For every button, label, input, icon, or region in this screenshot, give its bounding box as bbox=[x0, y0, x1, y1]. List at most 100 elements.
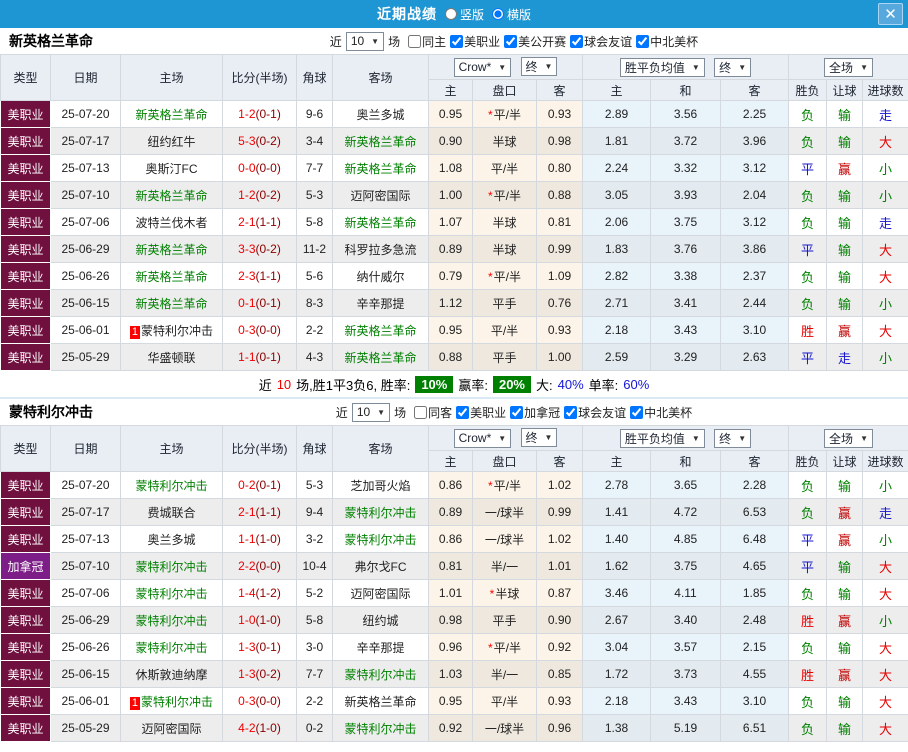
cell-wdl-result: 胜 bbox=[788, 606, 828, 634]
avg-time-select[interactable]: 终 ▼ bbox=[714, 428, 752, 448]
cell-avg-away-odds: 3.12 bbox=[719, 154, 790, 182]
horizontal-radio[interactable] bbox=[492, 8, 504, 20]
filter-option[interactable]: 中北美杯 bbox=[632, 33, 698, 50]
cell-away-team: 辛辛那提 bbox=[332, 289, 429, 317]
cell-goals-result: 走 bbox=[862, 498, 908, 526]
cell-league-type: 美职业 bbox=[0, 262, 51, 290]
chevron-down-icon: ▼ bbox=[498, 62, 507, 72]
cell-crow-home-odds: 0.95 bbox=[428, 687, 473, 715]
filter-checkbox[interactable] bbox=[510, 405, 524, 419]
home-team-name: 新英格兰革命 bbox=[135, 242, 208, 257]
match-count-select[interactable]: 10 ▼ bbox=[351, 402, 391, 422]
fulltime-score: 0-2 bbox=[238, 478, 256, 492]
filter-checkbox[interactable] bbox=[504, 34, 518, 48]
match-count-value: 10 bbox=[356, 405, 371, 419]
cell-league-type: 美职业 bbox=[0, 687, 51, 715]
cell-score: 1-4(1-2) bbox=[222, 579, 297, 607]
cell-crow-handicap: 半球 bbox=[472, 127, 537, 155]
col-header-away: 客场 bbox=[332, 425, 429, 472]
cell-avg-away-odds: 2.63 bbox=[719, 343, 790, 371]
cell-wdl-result: 胜 bbox=[788, 316, 828, 344]
league-type-label: 美职业 bbox=[7, 269, 44, 284]
filter-checkbox[interactable] bbox=[408, 34, 422, 48]
halftime-score: (0-0) bbox=[255, 323, 281, 337]
handicap-star: * bbox=[487, 269, 493, 284]
rank-badge: 1 bbox=[129, 696, 141, 710]
filter-checkbox[interactable] bbox=[450, 34, 464, 48]
cell-handicap-result: 赢 bbox=[826, 660, 864, 688]
period-select[interactable]: 全场 ▼ bbox=[824, 57, 873, 77]
cell-crow-home-odds: 0.88 bbox=[428, 343, 473, 371]
filter-checkbox[interactable] bbox=[570, 34, 584, 48]
cell-avg-draw-odds: 3.93 bbox=[650, 181, 721, 209]
filter-checkbox[interactable] bbox=[630, 405, 644, 419]
filter-option[interactable]: 中北美杯 bbox=[626, 404, 692, 421]
filter-checkbox[interactable] bbox=[636, 34, 650, 48]
match-count-select[interactable]: 10 ▼ bbox=[345, 31, 385, 51]
home-team-name: 新英格兰革命 bbox=[135, 269, 208, 284]
league-type-label: 美职业 bbox=[7, 242, 44, 257]
handicap-label: 平/半 bbox=[493, 107, 521, 122]
avg-time-select[interactable]: 终 ▼ bbox=[714, 57, 752, 77]
filter-option[interactable]: 同主 bbox=[404, 33, 446, 50]
cell-league-type: 美职业 bbox=[0, 154, 51, 182]
odds-company-select[interactable]: Crow* ▼ bbox=[453, 428, 512, 448]
cell-wdl-result: 负 bbox=[788, 498, 828, 526]
away-team-name: 新英格兰革命 bbox=[344, 694, 417, 709]
handicap-label: 半球 bbox=[495, 586, 520, 601]
filter-option[interactable]: 美公开赛 bbox=[500, 33, 566, 50]
cell-corners: 7-7 bbox=[296, 154, 333, 182]
filter-option[interactable]: 美职业 bbox=[452, 404, 506, 421]
filter-checkbox-group: 同主 美职业 美公开赛 球会友谊 中北美杯 bbox=[404, 33, 698, 50]
filter-option[interactable]: 球会友谊 bbox=[560, 404, 626, 421]
filter-option[interactable]: 加拿冠 bbox=[506, 404, 560, 421]
away-team-name: 新英格兰革命 bbox=[344, 350, 417, 365]
close-icon[interactable]: ✕ bbox=[878, 3, 903, 25]
filter-option[interactable]: 同客 bbox=[410, 404, 452, 421]
filter-option[interactable]: 美职业 bbox=[446, 33, 500, 50]
layout-option-vertical[interactable]: 竖版 bbox=[444, 6, 484, 23]
halftime-score: (1-1) bbox=[255, 215, 281, 229]
cell-wdl-result: 负 bbox=[788, 127, 828, 155]
win-rate-badge: 10% bbox=[415, 375, 454, 393]
match-row: 美职业 25-07-20 蒙特利尔冲击 0-2(0-1) 5-3 芝加哥火焰 0.86 *平/… bbox=[0, 471, 908, 499]
match-count-value: 10 bbox=[350, 34, 365, 48]
cell-avg-away-odds: 3.12 bbox=[719, 208, 790, 236]
cell-wdl-result: 负 bbox=[788, 633, 828, 661]
sub-header-avg-away: 客 bbox=[719, 450, 790, 472]
period-select[interactable]: 全场 ▼ bbox=[824, 428, 873, 448]
cell-date: 25-07-10 bbox=[50, 552, 121, 580]
odds-company-select[interactable]: Crow* ▼ bbox=[453, 57, 512, 77]
cell-date: 25-06-15 bbox=[50, 660, 121, 688]
cell-avg-away-odds: 4.55 bbox=[719, 660, 790, 688]
cell-corners: 10-4 bbox=[296, 552, 333, 580]
cell-crow-home-odds: 1.00 bbox=[428, 181, 473, 209]
halftime-score: (1-0) bbox=[255, 721, 281, 735]
fulltime-score: 1-1 bbox=[238, 532, 256, 546]
avg-odds-select[interactable]: 胜平负均值 ▼ bbox=[619, 57, 705, 77]
cell-avg-home-odds: 1.83 bbox=[582, 235, 651, 263]
filter-checkbox[interactable] bbox=[564, 405, 578, 419]
cell-handicap-result: 走 bbox=[826, 343, 864, 371]
cell-crow-away-odds: 0.90 bbox=[536, 606, 583, 634]
cell-handicap-result: 赢 bbox=[826, 525, 864, 553]
fulltime-score: 1-3 bbox=[238, 667, 256, 681]
cell-date: 25-06-26 bbox=[50, 633, 121, 661]
cell-avg-draw-odds: 3.76 bbox=[650, 235, 721, 263]
cell-avg-away-odds: 2.25 bbox=[719, 100, 790, 128]
cell-date: 25-07-17 bbox=[50, 127, 121, 155]
league-type-label: 美职业 bbox=[7, 323, 44, 338]
avg-odds-select[interactable]: 胜平负均值 ▼ bbox=[619, 428, 705, 448]
odds-time-select[interactable]: 终 ▼ bbox=[520, 57, 558, 77]
handicap-label: 半球 bbox=[492, 215, 517, 230]
cell-away-team: 纽约城 bbox=[332, 606, 429, 634]
cell-score: 2-2(0-0) bbox=[222, 552, 297, 580]
filter-checkbox[interactable] bbox=[456, 405, 470, 419]
odds-time-select[interactable]: 终 ▼ bbox=[520, 428, 558, 448]
sub-header-avg-draw: 和 bbox=[650, 79, 721, 101]
cell-handicap-result: 赢 bbox=[826, 316, 864, 344]
vertical-radio[interactable] bbox=[444, 8, 457, 20]
layout-option-horizontal[interactable]: 横版 bbox=[492, 6, 531, 23]
filter-option[interactable]: 球会友谊 bbox=[566, 33, 632, 50]
filter-checkbox[interactable] bbox=[414, 405, 428, 419]
